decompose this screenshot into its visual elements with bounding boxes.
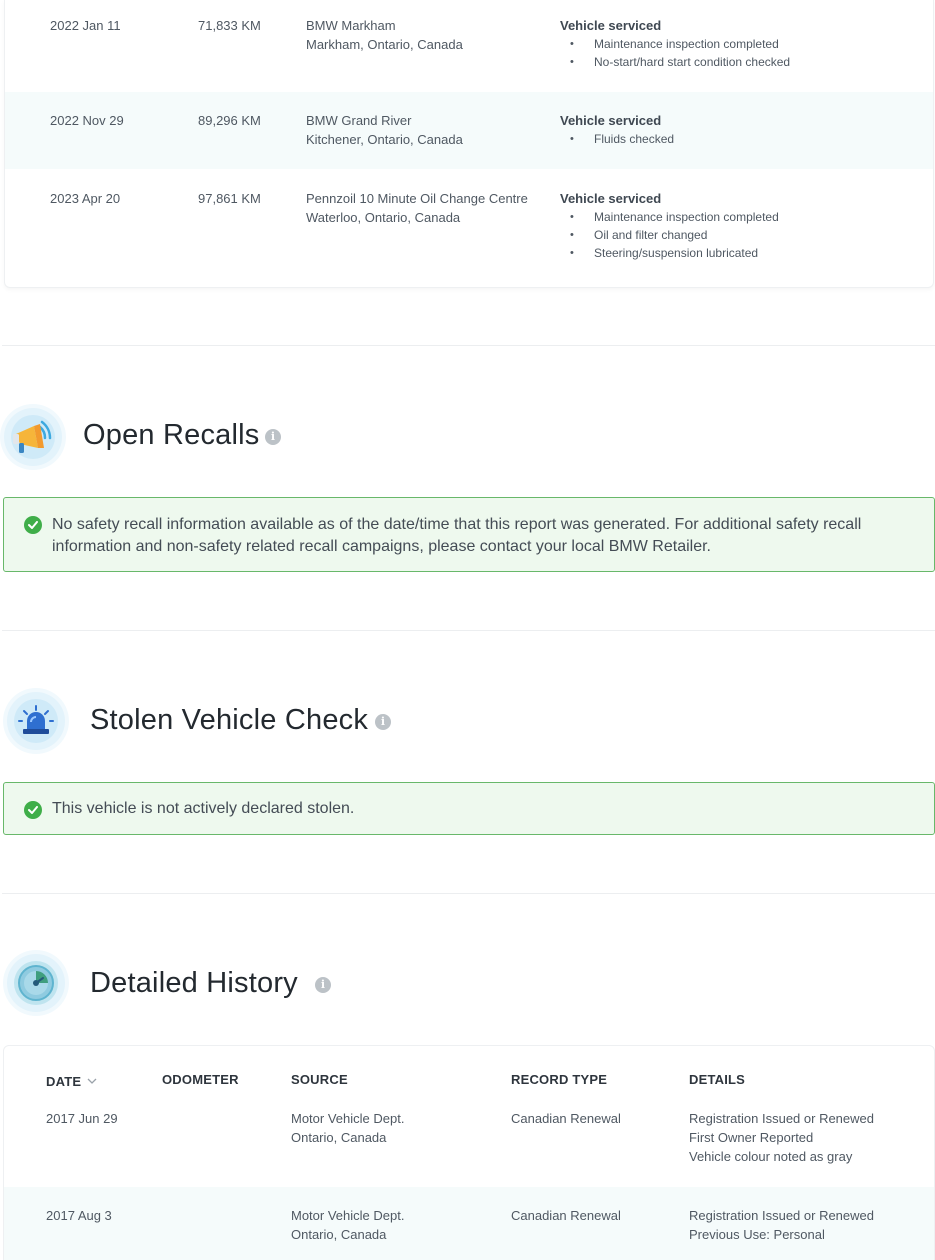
table-row: 2017 Aug 3 Motor Vehicle Dept. Ontario, …	[4, 1187, 934, 1260]
clock-icon	[7, 954, 65, 1012]
source-name: BMW Grand River	[306, 113, 412, 128]
row-details: Registration Issued or Renewed First Own…	[689, 1109, 874, 1166]
source-name: Pennzoil 10 Minute Oil Change Centre	[306, 191, 528, 206]
detail-item: Oil and filter changed	[560, 226, 779, 244]
detail-line: Previous Use: Personal	[689, 1227, 825, 1242]
row-odometer: 71,833 KM	[198, 18, 261, 33]
table-row: 2022 Nov 29 89,296 KM BMW Grand River Ki…	[5, 92, 933, 169]
detail-list: Maintenance inspection completed No-star…	[560, 35, 790, 71]
service-history-table: 2022 Jan 11 71,833 KM BMW Markham Markha…	[4, 0, 934, 288]
detail-title: Vehicle serviced	[560, 113, 662, 128]
detail-line: First Owner Reported	[689, 1130, 814, 1145]
source-location: Waterloo, Ontario, Canada	[306, 210, 461, 225]
stolen-message: This vehicle is not actively declared st…	[52, 800, 355, 817]
section-title-history: Detailed History	[90, 967, 298, 999]
row-source: BMW Markham Markham, Ontario, Canada	[306, 16, 463, 54]
detail-title: Vehicle serviced	[560, 191, 662, 206]
source-name: Motor Vehicle Dept.	[291, 1208, 405, 1223]
row-date: 2022 Jan 11	[50, 18, 121, 33]
detail-line: Registration Issued or Renewed	[689, 1111, 874, 1126]
info-icon[interactable]: i	[265, 429, 281, 445]
section-divider	[2, 893, 935, 894]
row-details: Vehicle serviced Fluids checked	[560, 111, 674, 148]
detail-item: No-start/hard start condition checked	[560, 53, 790, 71]
source-name: BMW Markham	[306, 18, 396, 33]
row-record-type: Canadian Renewal	[511, 1208, 621, 1223]
row-details: Registration Issued or Renewed Previous …	[689, 1206, 874, 1244]
source-location: Ontario, Canada	[291, 1130, 387, 1145]
recalls-message: No safety recall information available a…	[52, 516, 862, 555]
source-location: Kitchener, Ontario, Canada	[306, 132, 463, 147]
detail-item: Maintenance inspection completed	[560, 208, 779, 226]
source-name: Motor Vehicle Dept.	[291, 1111, 405, 1126]
detailed-history-table: DATE ODOMETER SOURCE RECORD TYPE DETAILS…	[3, 1045, 935, 1260]
row-details: Vehicle serviced Maintenance inspection …	[560, 16, 790, 71]
stolen-alert: This vehicle is not actively declared st…	[3, 782, 935, 835]
section-title-recalls: Open Recalls	[83, 419, 260, 451]
detail-line: Registration Issued or Renewed	[689, 1208, 874, 1223]
row-record-type: Canadian Renewal	[511, 1111, 621, 1126]
row-source: Pennzoil 10 Minute Oil Change Centre Wat…	[306, 189, 528, 227]
detail-list: Maintenance inspection completed Oil and…	[560, 208, 779, 262]
row-details: Vehicle serviced Maintenance inspection …	[560, 189, 779, 262]
table-row: 2017 Jun 29 Motor Vehicle Dept. Ontario,…	[4, 1098, 934, 1187]
detail-item: Fluids checked	[560, 130, 674, 148]
column-header-source: SOURCE	[291, 1072, 348, 1087]
recalls-alert: No safety recall information available a…	[3, 497, 935, 572]
row-source: Motor Vehicle Dept. Ontario, Canada	[291, 1109, 404, 1147]
detail-list: Fluids checked	[560, 130, 674, 148]
siren-icon	[7, 692, 65, 750]
column-header-details: DETAILS	[689, 1072, 746, 1087]
detail-line: Vehicle colour noted as gray	[689, 1149, 853, 1164]
row-date: 2023 Apr 20	[50, 191, 121, 206]
section-divider	[2, 345, 935, 346]
check-circle-icon	[24, 801, 42, 819]
table-row: 2022 Jan 11 71,833 KM BMW Markham Markha…	[5, 0, 933, 92]
detail-item: Steering/suspension lubricated	[560, 244, 779, 262]
section-title-stolen: Stolen Vehicle Check	[90, 704, 369, 736]
row-source: Motor Vehicle Dept. Ontario, Canada	[291, 1206, 404, 1244]
row-odometer: 97,861 KM	[198, 191, 261, 206]
detail-title: Vehicle serviced	[560, 18, 662, 33]
row-date: 2017 Jun 29	[46, 1111, 118, 1126]
column-header-record-type: RECORD TYPE	[511, 1072, 608, 1087]
check-circle-icon	[24, 516, 42, 534]
column-header-label: DATE	[46, 1074, 82, 1089]
megaphone-icon	[4, 408, 62, 466]
column-header-date[interactable]: DATE	[46, 1072, 97, 1089]
chevron-down-icon[interactable]	[87, 1072, 97, 1087]
column-header-odometer: ODOMETER	[162, 1072, 239, 1087]
source-location: Markham, Ontario, Canada	[306, 37, 463, 52]
info-icon[interactable]: i	[315, 977, 331, 993]
row-odometer: 89,296 KM	[198, 113, 261, 128]
row-source: BMW Grand River Kitchener, Ontario, Cana…	[306, 111, 463, 149]
source-location: Ontario, Canada	[291, 1227, 387, 1242]
info-icon[interactable]: i	[375, 714, 391, 730]
row-date: 2022 Nov 29	[50, 113, 124, 128]
detail-item: Maintenance inspection completed	[560, 35, 790, 53]
section-divider	[2, 630, 935, 631]
row-date: 2017 Aug 3	[46, 1208, 112, 1223]
table-row: 2023 Apr 20 97,861 KM Pennzoil 10 Minute…	[5, 169, 933, 287]
